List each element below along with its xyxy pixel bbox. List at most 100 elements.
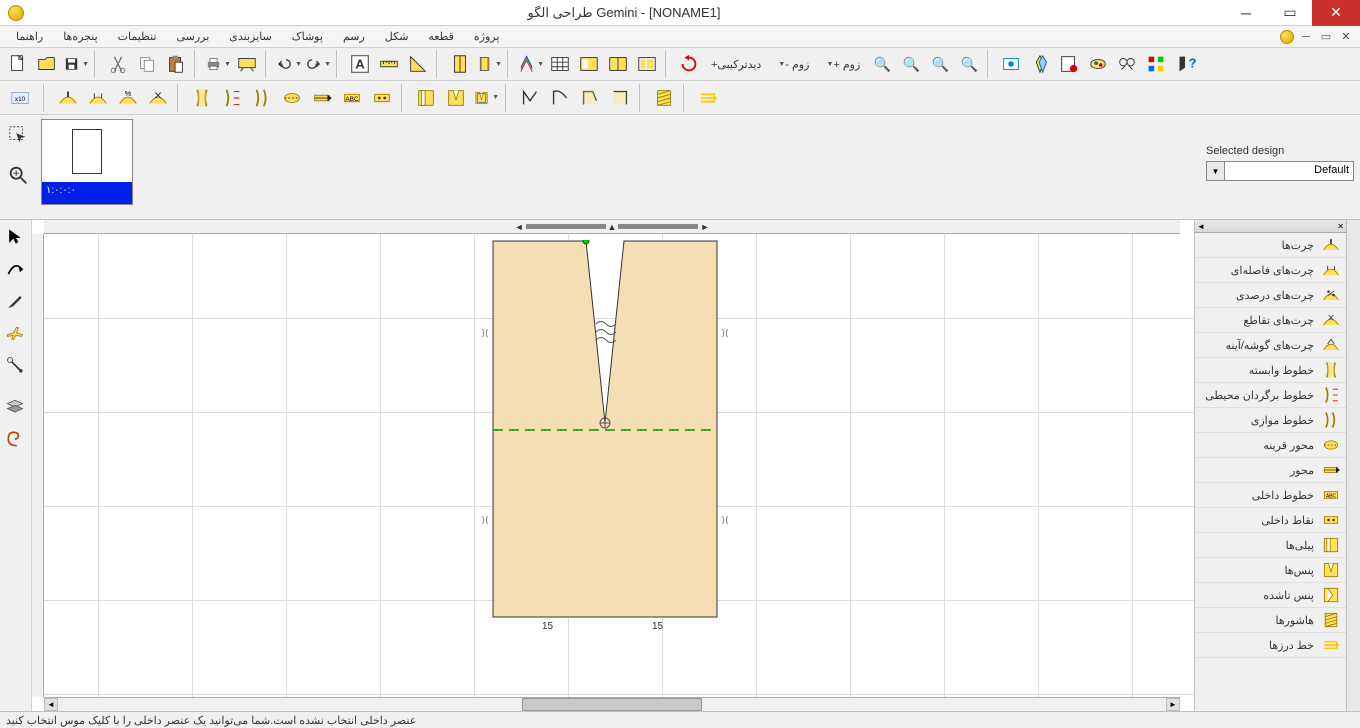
menu-project[interactable]: پروژه <box>464 28 510 45</box>
darts-2-button[interactable]: ▼ <box>472 84 500 112</box>
menu-check[interactable]: بررسی <box>166 28 219 45</box>
handle[interactable]: ⟩⟨ <box>480 328 490 338</box>
scrollbar-horizontal[interactable]: ◄ ► <box>44 697 1180 711</box>
handle[interactable]: ⟩⟨ <box>480 515 490 525</box>
notch-2-button[interactable] <box>84 84 112 112</box>
marker-tool-1[interactable] <box>575 50 603 78</box>
internal-lines-button[interactable]: ABC <box>338 84 366 112</box>
misc-tool-5[interactable] <box>1113 50 1141 78</box>
scroll-thumb[interactable] <box>522 698 702 711</box>
zoom-tool-2[interactable]: 🔍 <box>897 50 925 78</box>
zoom-fit-tool[interactable] <box>4 161 32 189</box>
menu-piece[interactable]: قطعه <box>418 28 464 45</box>
notch-3-button[interactable]: % <box>114 84 142 112</box>
panel-item-internal-pts[interactable]: نقاط داخلی <box>1195 508 1346 533</box>
menu-draw[interactable]: رسم <box>333 28 375 45</box>
sym-axis-button[interactable] <box>278 84 306 112</box>
misc-tool-6[interactable] <box>1142 50 1170 78</box>
new-button[interactable] <box>4 50 32 78</box>
angle-tool-button[interactable] <box>404 50 432 78</box>
print-button[interactable]: ▼ <box>204 50 232 78</box>
menu-garment[interactable]: پوشاک <box>282 28 333 45</box>
panel-item-notch-pct[interactable]: چرت‌های درصدی <box>1195 283 1346 308</box>
refresh-button[interactable] <box>675 50 703 78</box>
piece-thumbnail[interactable]: ١:٠:٠:٠ <box>41 119 133 205</box>
pattern-tool-1[interactable] <box>446 50 474 78</box>
panel-item-sym-axis[interactable]: محور قرینه <box>1195 433 1346 458</box>
help-button[interactable]: ? <box>1171 50 1199 78</box>
misc-tool-4[interactable] <box>1084 50 1112 78</box>
handle[interactable]: ⟩⟨ <box>720 328 730 338</box>
curve-tool-2[interactable] <box>546 84 574 112</box>
misc-tool-1[interactable] <box>997 50 1025 78</box>
zoom-tool-3[interactable]: 🔍 <box>926 50 954 78</box>
curve-tool-3[interactable] <box>576 84 604 112</box>
plotter-button[interactable] <box>233 50 261 78</box>
paste-button[interactable] <box>162 50 190 78</box>
panel-item-pleats[interactable]: پیلی‌ها <box>1195 533 1346 558</box>
canvas[interactable]: ◄▲► 12.5 12.5 15 15 ⟩⟨ ⟩⟨ <box>32 220 1194 711</box>
handle[interactable]: ⟩⟨ <box>720 515 730 525</box>
zoom-minus-button[interactable]: زوم -▼ <box>769 50 816 78</box>
menu-help[interactable]: راهنما <box>6 28 53 45</box>
notch-1-button[interactable] <box>54 84 82 112</box>
pointer-tool[interactable] <box>2 224 28 250</box>
save-button[interactable]: ▼ <box>62 50 90 78</box>
layers-tool[interactable] <box>2 394 28 420</box>
menu-windows[interactable]: پنجره‌ها <box>53 28 107 45</box>
zoom-tool-4[interactable]: 🔍 <box>955 50 983 78</box>
select-all-tool[interactable] <box>4 121 32 149</box>
tb2-mode[interactable]: x10 <box>4 84 38 112</box>
minimize-button[interactable]: ─ <box>1224 0 1268 26</box>
undo-button[interactable]: ▼ <box>275 50 303 78</box>
scroll-left-button[interactable]: ◄ <box>44 698 58 711</box>
plane-tool[interactable] <box>2 320 28 346</box>
panel-item-darts[interactable]: پنس‌ها <box>1195 558 1346 583</box>
misc-tool-2[interactable] <box>1026 50 1054 78</box>
text-tool-button[interactable]: A <box>346 50 374 78</box>
canvas-viewport[interactable]: 12.5 12.5 15 15 ⟩⟨ ⟩⟨ ⟩⟨ ⟩⟨ <box>44 234 1194 697</box>
zoom-plus-button[interactable]: زوم +▼ <box>817 50 867 78</box>
panel-item-fold-lines[interactable]: خطوط برگردان محیطی <box>1195 383 1346 408</box>
close-button[interactable]: ✕ <box>1312 0 1360 26</box>
copy-button[interactable] <box>133 50 161 78</box>
panel-item-notch-corner[interactable]: چرت‌های گوشه/آینه <box>1195 333 1346 358</box>
panel-item-folded-dart[interactable]: پنس تاشده <box>1195 583 1346 608</box>
panel-scrollbar[interactable] <box>1346 220 1360 711</box>
lines-1-button[interactable] <box>188 84 216 112</box>
view-combined-button[interactable]: دیدترکیبی+ <box>704 50 768 78</box>
menu-settings[interactable]: تنظیمات <box>108 28 167 45</box>
panel-item-dep-lines[interactable]: خطوط وابسته <box>1195 358 1346 383</box>
curve-tool-4[interactable] <box>606 84 634 112</box>
redo-button[interactable]: ▼ <box>304 50 332 78</box>
curve-tool-1[interactable] <box>516 84 544 112</box>
pen-tool[interactable] <box>2 288 28 314</box>
zoom-tool-1[interactable]: 🔍 <box>868 50 896 78</box>
hatch-button[interactable] <box>650 84 678 112</box>
panel-item-axis[interactable]: محور <box>1195 458 1346 483</box>
parallel-button[interactable] <box>248 84 276 112</box>
internal-pts-button[interactable] <box>368 84 396 112</box>
seam-button[interactable] <box>694 84 722 112</box>
panel-item-hatch[interactable]: هاشورها <box>1195 608 1346 633</box>
table-tool[interactable] <box>546 50 574 78</box>
marker-tool-3[interactable] <box>633 50 661 78</box>
darts-button[interactable] <box>442 84 470 112</box>
curve-edit-tool[interactable] <box>2 256 28 282</box>
grading-tool-1[interactable]: ▼ <box>517 50 545 78</box>
connector-tool[interactable] <box>2 352 28 378</box>
panel-item-notch[interactable]: چرت‌ها <box>1195 233 1346 258</box>
panel-item-notch-dist[interactable]: چرت‌های فاصله‌ای <box>1195 258 1346 283</box>
open-button[interactable] <box>33 50 61 78</box>
lines-2-button[interactable] <box>218 84 246 112</box>
axis-button[interactable] <box>308 84 336 112</box>
misc-tool-3[interactable] <box>1055 50 1083 78</box>
panel-item-internal-lines[interactable]: ABCخطوط داخلی <box>1195 483 1346 508</box>
panel-item-notch-cross[interactable]: چرت‌های تقاطع <box>1195 308 1346 333</box>
mdi-restore-button[interactable]: ▭ <box>1318 30 1334 44</box>
mdi-minimize-button[interactable]: ─ <box>1298 30 1314 44</box>
panel-item-parallel[interactable]: خطوط موازی <box>1195 408 1346 433</box>
pattern-tool-2[interactable]: ▼ <box>475 50 503 78</box>
measure-tool-button[interactable] <box>375 50 403 78</box>
selected-design-dropdown[interactable]: ▼ Default <box>1206 161 1354 181</box>
